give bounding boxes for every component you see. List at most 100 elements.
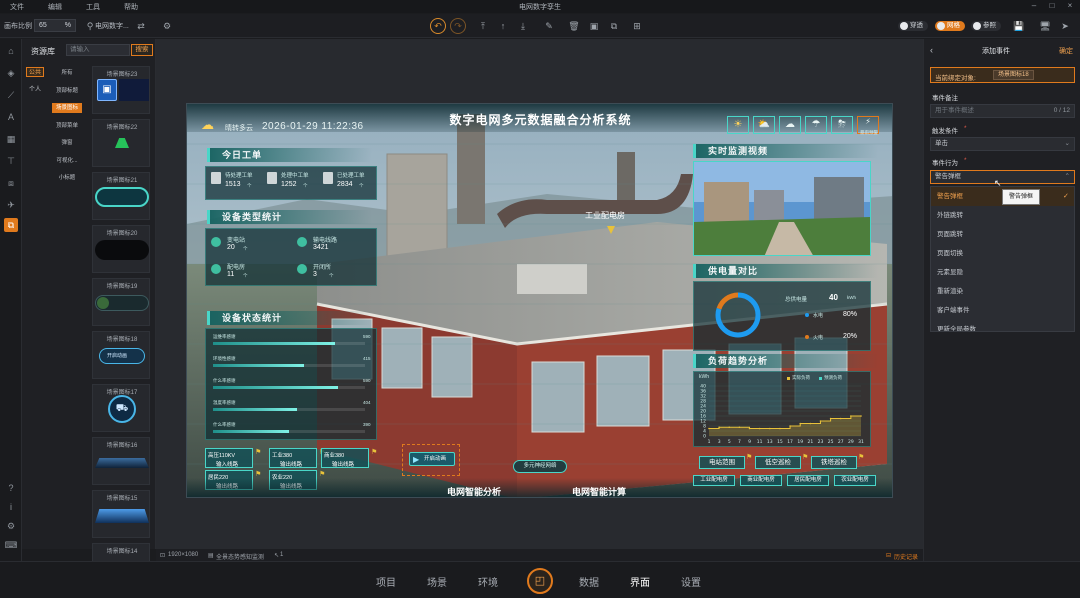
note-input[interactable]: 用于事件概述 0 / 12 bbox=[930, 104, 1075, 118]
resource-search-input[interactable]: 请输入 bbox=[66, 44, 130, 56]
resource-icon[interactable]: ⧉ bbox=[4, 218, 18, 232]
project-name[interactable]: 电网数字... bbox=[95, 21, 129, 31]
component-icon[interactable]: ⧈ bbox=[4, 176, 18, 190]
minimize-icon[interactable]: – bbox=[1030, 2, 1038, 10]
scene-tree-icon[interactable]: ⌂ bbox=[4, 44, 18, 58]
right-button-top[interactable]: 电站范围 bbox=[699, 456, 745, 469]
dropdown-option[interactable]: 元素显隐 bbox=[931, 263, 1074, 282]
asset-card[interactable]: 场景图标16 bbox=[92, 437, 150, 485]
group-icon[interactable]: ▣ bbox=[587, 19, 601, 33]
close-icon[interactable]: × bbox=[1066, 2, 1074, 10]
subcategory-4[interactable]: 弹窗 bbox=[52, 138, 82, 148]
storm-warning-icon[interactable]: ⚡ 暴雨预警 bbox=[857, 116, 879, 135]
upload-icon[interactable]: ⤒ bbox=[476, 19, 490, 33]
menu-help[interactable]: 帮助 bbox=[124, 2, 138, 12]
save-icon[interactable]: 💾 bbox=[1012, 19, 1026, 33]
subcategory-1[interactable]: 顶部标题 bbox=[52, 86, 82, 96]
history-link[interactable]: 历史记录 bbox=[894, 552, 918, 561]
category-0[interactable]: 公共 bbox=[26, 67, 44, 77]
trigger-select[interactable]: 单击 ⌄ bbox=[930, 137, 1075, 151]
dropdown-option[interactable]: 页面切换 bbox=[931, 244, 1074, 263]
history-icon[interactable]: ⊟ bbox=[886, 552, 891, 559]
dropdown-option[interactable]: 外链跳转 bbox=[931, 206, 1074, 225]
dropdown-option[interactable]: 更新全局参数 bbox=[931, 320, 1074, 331]
nav-interface[interactable]: 界面 bbox=[630, 574, 650, 589]
right-button-bottom[interactable]: 商业配电房 bbox=[740, 475, 782, 486]
brush-icon[interactable]: ✎ bbox=[542, 19, 556, 33]
bound-object-tag[interactable]: 场景图标18 bbox=[993, 70, 1034, 80]
menu-edit[interactable]: 编辑 bbox=[48, 2, 62, 12]
delete-icon[interactable]: 🗑 bbox=[567, 19, 581, 33]
cloudy-icon[interactable]: ⛅ bbox=[753, 116, 775, 134]
nav-data[interactable]: 数据 bbox=[579, 574, 599, 589]
maximize-icon[interactable]: □ bbox=[1048, 2, 1056, 10]
subcategory-2[interactable]: 场景图标 bbox=[52, 103, 82, 113]
toggle-penetrate[interactable]: 穿透 bbox=[898, 21, 928, 31]
subcategory-3[interactable]: 顶部菜单 bbox=[52, 121, 82, 131]
sun-icon[interactable]: ☀ bbox=[727, 116, 749, 134]
asset-card[interactable]: 场景图标21 bbox=[92, 172, 150, 220]
voltage-button[interactable]: 高压110KV 输入线路 bbox=[205, 448, 253, 468]
asset-card[interactable]: 场景图标22 bbox=[92, 119, 150, 167]
rain-icon[interactable]: ☂ bbox=[805, 116, 827, 134]
toggle-grid[interactable]: 网格 bbox=[935, 21, 965, 31]
right-button-top[interactable]: 铁塔巡检 bbox=[811, 456, 857, 469]
right-button-bottom[interactable]: 居民配电房 bbox=[787, 475, 829, 486]
asset-card[interactable]: 场景图标23 ▣ bbox=[92, 66, 150, 114]
download-icon[interactable]: ⤓ bbox=[516, 19, 530, 33]
settings-icon[interactable]: ⚙ bbox=[4, 519, 18, 533]
layers-icon[interactable]: ◈ bbox=[4, 66, 18, 80]
gear-icon[interactable]: ⚙ bbox=[160, 19, 174, 33]
dropdown-option[interactable]: 客户端事件 bbox=[931, 301, 1074, 320]
right-button-top[interactable]: 低空巡检 bbox=[755, 456, 801, 469]
nav-settings[interactable]: 设置 bbox=[681, 574, 701, 589]
arrow-up-icon[interactable]: ↑ bbox=[496, 19, 510, 33]
start-animation-button[interactable]: ▶ 开启动画 bbox=[409, 452, 455, 466]
action-select[interactable]: 警告弹框 ⌃ bbox=[930, 170, 1075, 184]
help-icon[interactable]: ? bbox=[4, 481, 18, 495]
align-icon[interactable]: ⊞ bbox=[630, 19, 644, 33]
right-button-bottom[interactable]: 农业配电房 bbox=[834, 475, 876, 486]
chart-icon[interactable]: ⟋ bbox=[4, 88, 18, 102]
subcategory-6[interactable]: 小标题 bbox=[52, 173, 82, 183]
nav-scene[interactable]: 场景 bbox=[427, 574, 447, 589]
category-1[interactable]: 个人 bbox=[26, 85, 44, 95]
ungroup-icon[interactable]: ⧉ bbox=[607, 19, 621, 33]
plane-icon[interactable]: ✈ bbox=[4, 198, 18, 212]
home-logo-icon[interactable]: ◰ bbox=[527, 568, 553, 594]
storm-icon[interactable]: ⛈ bbox=[831, 116, 853, 134]
confirm-button[interactable]: 确定 bbox=[1059, 46, 1073, 56]
back-icon[interactable]: ‹ bbox=[930, 45, 933, 55]
swap-icon[interactable]: ⇄ bbox=[134, 19, 148, 33]
table-icon[interactable]: ▦ bbox=[4, 132, 18, 146]
asset-card[interactable]: 场景图标19 bbox=[92, 278, 150, 326]
subcategory-5[interactable]: 可视化... bbox=[52, 156, 82, 166]
nav-environment[interactable]: 环境 bbox=[478, 574, 498, 589]
nav-project[interactable]: 项目 bbox=[376, 574, 396, 589]
menu-tools[interactable]: 工具 bbox=[86, 2, 100, 12]
redo-button[interactable]: ↷ bbox=[450, 18, 466, 34]
canvas-ratio-input[interactable]: 65 % bbox=[34, 19, 76, 32]
dropdown-option[interactable]: 页面跳转 bbox=[931, 225, 1074, 244]
asset-card[interactable]: 场景图标15 bbox=[92, 490, 150, 538]
toggle-reference[interactable]: 参照 bbox=[971, 21, 1001, 31]
dropdown-option[interactable]: 重新渲染 bbox=[931, 282, 1074, 301]
menu-file[interactable]: 文件 bbox=[10, 2, 24, 12]
voltage-button[interactable]: 商业380 输出线路 bbox=[321, 448, 369, 468]
asset-card[interactable]: 场景图标20 bbox=[92, 225, 150, 273]
keyboard-icon[interactable]: ⌨ bbox=[4, 538, 18, 552]
neural-network-button[interactable]: 多元神经网络 bbox=[513, 460, 567, 473]
publish-icon[interactable]: ➤ bbox=[1058, 19, 1072, 33]
asset-card[interactable]: 场景图标18 开启动画 bbox=[92, 331, 150, 379]
subcategory-0[interactable]: 所有 bbox=[52, 68, 82, 78]
network-icon[interactable]: ⊤ bbox=[4, 154, 18, 168]
cloud-icon[interactable]: ☁ bbox=[779, 116, 801, 134]
resource-search-button[interactable]: 搜索 bbox=[131, 44, 153, 56]
preview-icon[interactable]: 🖥 bbox=[1038, 19, 1052, 33]
text-icon[interactable]: A bbox=[4, 110, 18, 124]
undo-button[interactable]: ↶ bbox=[430, 18, 446, 34]
info-icon[interactable]: i bbox=[4, 500, 18, 514]
dashboard-canvas[interactable]: 数字电网多元数据融合分析系统 ☁ 晴转多云 2026-01-29 11:22:3… bbox=[186, 103, 893, 498]
voltage-button[interactable]: 工业380 输出线路 bbox=[269, 448, 317, 468]
monitor-video[interactable] bbox=[693, 161, 871, 256]
